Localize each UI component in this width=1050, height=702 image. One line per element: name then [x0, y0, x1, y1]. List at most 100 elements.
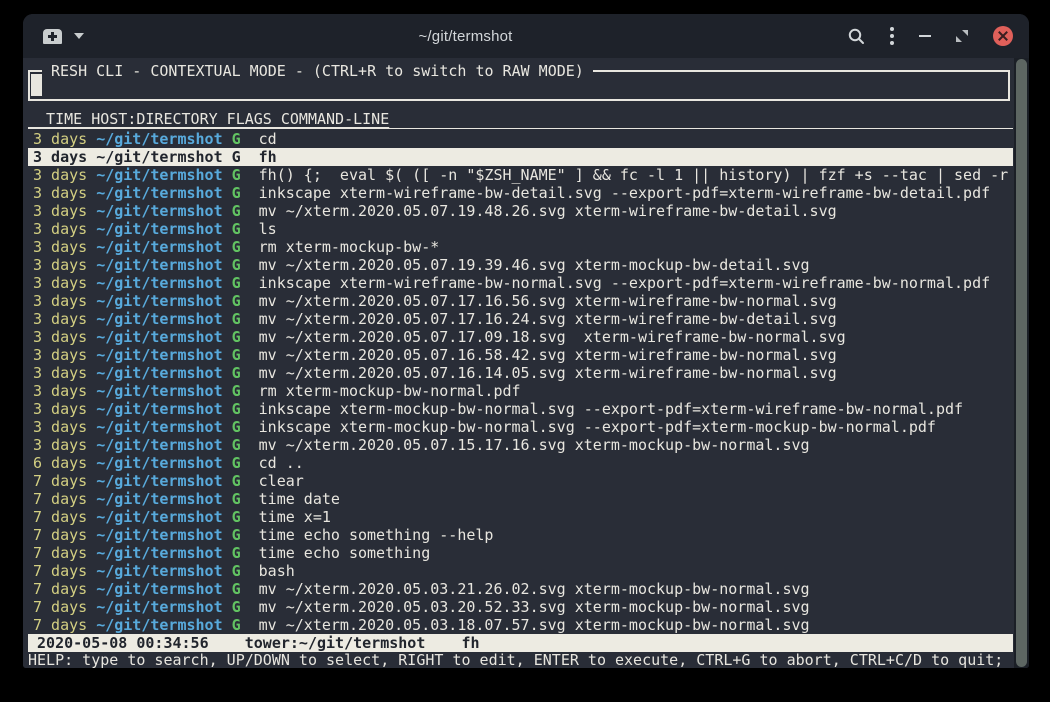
- history-row[interactable]: 3 days~/git/termshotGmv ~/xterm.2020.05.…: [28, 202, 1013, 220]
- history-row[interactable]: 3 days~/git/termshotGcd: [28, 130, 1013, 148]
- history-row[interactable]: 7 days~/git/termshotGclear: [28, 472, 1013, 490]
- row-flags: G: [232, 130, 241, 148]
- history-row[interactable]: 6 days~/git/termshotGcd ..: [28, 454, 1013, 472]
- close-button[interactable]: [993, 26, 1013, 46]
- history-row[interactable]: 3 days~/git/termshotGmv ~/xterm.2020.05.…: [28, 310, 1013, 328]
- history-row[interactable]: 7 days~/git/termshotGmv ~/xterm.2020.05.…: [28, 598, 1013, 616]
- row-flags: G: [232, 220, 241, 238]
- row-directory: ~/git/termshot: [96, 364, 222, 382]
- history-row[interactable]: 3 days~/git/termshotGmv ~/xterm.2020.05.…: [28, 436, 1013, 454]
- history-row[interactable]: 3 days~/git/termshotGls: [28, 220, 1013, 238]
- row-command: mv ~/xterm.2020.05.07.16.58.42.svg xterm…: [259, 346, 837, 364]
- row-time: 7 days: [33, 490, 87, 508]
- row-command: rm xterm-mockup-bw-*: [259, 238, 440, 256]
- minimize-button[interactable]: [919, 35, 931, 37]
- row-command: time date: [259, 490, 340, 508]
- screen: ~/git/termshot: [0, 0, 1050, 702]
- row-directory: ~/git/termshot: [96, 436, 222, 454]
- search-icon: [847, 27, 865, 45]
- row-command: cd: [259, 130, 277, 148]
- resh-cli: RESH CLI - CONTEXTUAL MODE - (CTRL+R to …: [23, 58, 1014, 668]
- row-time: 3 days: [33, 328, 87, 346]
- row-flags: G: [232, 598, 241, 616]
- row-command: mv ~/xterm.2020.05.03.18.07.57.svg xterm…: [259, 616, 810, 634]
- scrollbar[interactable]: [1014, 58, 1029, 668]
- tab-dropdown-button[interactable]: [74, 33, 84, 39]
- history-row[interactable]: 3 days~/git/termshotGinkscape xterm-mock…: [28, 400, 1013, 418]
- row-command: mv ~/xterm.2020.05.07.19.39.46.svg xterm…: [259, 256, 810, 274]
- window-title: ~/git/termshot: [84, 28, 847, 45]
- close-icon: [993, 26, 1013, 46]
- restore-button[interactable]: [955, 29, 969, 43]
- history-row[interactable]: 7 days~/git/termshotGtime echo something: [28, 544, 1013, 562]
- history-row[interactable]: 7 days~/git/termshotGmv ~/xterm.2020.05.…: [28, 616, 1013, 634]
- new-tab-button[interactable]: [43, 29, 62, 44]
- row-directory: ~/git/termshot: [96, 148, 222, 166]
- row-directory: ~/git/termshot: [96, 130, 222, 148]
- history-row[interactable]: 7 days~/git/termshotGtime x=1: [28, 508, 1013, 526]
- row-command: inkscape xterm-mockup-bw-normal.svg --ex…: [259, 400, 963, 418]
- row-flags: G: [232, 418, 241, 436]
- row-flags: G: [232, 346, 241, 364]
- status-bar: 2020-05-08 00:34:56 tower:~/git/termshot…: [28, 634, 1013, 652]
- titlebar: ~/git/termshot: [23, 14, 1029, 58]
- row-directory: ~/git/termshot: [96, 472, 222, 490]
- row-directory: ~/git/termshot: [96, 328, 222, 346]
- history-row[interactable]: 3 days~/git/termshotGmv ~/xterm.2020.05.…: [28, 364, 1013, 382]
- history-row[interactable]: 3 days~/git/termshotGmv ~/xterm.2020.05.…: [28, 256, 1013, 274]
- menu-kebab-icon: [889, 26, 895, 46]
- history-row[interactable]: 3 days~/git/termshotGmv ~/xterm.2020.05.…: [28, 346, 1013, 364]
- row-directory: ~/git/termshot: [96, 166, 222, 184]
- row-directory: ~/git/termshot: [96, 202, 222, 220]
- row-time: 7 days: [33, 472, 87, 490]
- row-directory: ~/git/termshot: [96, 562, 222, 580]
- row-command: mv ~/xterm.2020.05.07.15.17.16.svg xterm…: [259, 436, 810, 454]
- history-row[interactable]: 7 days~/git/termshotGmv ~/xterm.2020.05.…: [28, 580, 1013, 598]
- row-command: cd ..: [259, 454, 304, 472]
- row-directory: ~/git/termshot: [96, 346, 222, 364]
- row-time: 7 days: [33, 598, 87, 616]
- row-directory: ~/git/termshot: [96, 418, 222, 436]
- row-time: 7 days: [33, 544, 87, 562]
- row-directory: ~/git/termshot: [96, 382, 222, 400]
- row-directory: ~/git/termshot: [96, 508, 222, 526]
- history-row[interactable]: 3 days~/git/termshotGrm xterm-mockup-bw-…: [28, 238, 1013, 256]
- menu-button[interactable]: [889, 26, 895, 46]
- row-command: mv ~/xterm.2020.05.07.17.09.18.svg xterm…: [259, 328, 846, 346]
- row-flags: G: [232, 256, 241, 274]
- row-directory: ~/git/termshot: [96, 256, 222, 274]
- row-command: rm xterm-mockup-bw-normal.pdf: [259, 382, 521, 400]
- history-row[interactable]: 3 days~/git/termshotGrm xterm-mockup-bw-…: [28, 382, 1013, 400]
- history-row[interactable]: 3 days~/git/termshotGfh: [28, 148, 1013, 166]
- history-row[interactable]: 3 days~/git/termshotGmv ~/xterm.2020.05.…: [28, 292, 1013, 310]
- row-command: mv ~/xterm.2020.05.03.20.52.33.svg xterm…: [259, 598, 810, 616]
- row-command: inkscape xterm-wireframe-bw-detail.svg -…: [259, 184, 991, 202]
- row-time: 7 days: [33, 526, 87, 544]
- scrollbar-thumb[interactable]: [1016, 59, 1027, 667]
- history-row[interactable]: 3 days~/git/termshotGinkscape xterm-mock…: [28, 418, 1013, 436]
- row-command: mv ~/xterm.2020.05.07.19.48.26.svg xterm…: [259, 202, 837, 220]
- history-row[interactable]: 7 days~/git/termshotGtime date: [28, 490, 1013, 508]
- row-time: 3 days: [33, 310, 87, 328]
- row-time: 7 days: [33, 562, 87, 580]
- row-flags: G: [232, 184, 241, 202]
- row-command: fh: [259, 148, 277, 166]
- history-row[interactable]: 3 days~/git/termshotGmv ~/xterm.2020.05.…: [28, 328, 1013, 346]
- history-row[interactable]: 3 days~/git/termshotGinkscape xterm-wire…: [28, 274, 1013, 292]
- row-directory: ~/git/termshot: [96, 544, 222, 562]
- search-box-legend: RESH CLI - CONTEXTUAL MODE - (CTRL+R to …: [42, 62, 593, 80]
- row-time: 3 days: [33, 184, 87, 202]
- search-button[interactable]: [847, 27, 865, 45]
- row-time: 3 days: [33, 382, 87, 400]
- history-row[interactable]: 7 days~/git/termshotGbash: [28, 562, 1013, 580]
- row-time: 3 days: [33, 220, 87, 238]
- terminal-body: RESH CLI - CONTEXTUAL MODE - (CTRL+R to …: [23, 58, 1029, 668]
- row-command: clear: [259, 472, 304, 490]
- history-row[interactable]: 3 days~/git/termshotGfh() {; eval $( ([ …: [28, 166, 1013, 184]
- row-time: 3 days: [33, 400, 87, 418]
- row-time: 3 days: [33, 418, 87, 436]
- history-row[interactable]: 3 days~/git/termshotGinkscape xterm-wire…: [28, 184, 1013, 202]
- history-row[interactable]: 7 days~/git/termshotGtime echo something…: [28, 526, 1013, 544]
- row-time: 7 days: [33, 508, 87, 526]
- search-input[interactable]: RESH CLI - CONTEXTUAL MODE - (CTRL+R to …: [28, 70, 1010, 101]
